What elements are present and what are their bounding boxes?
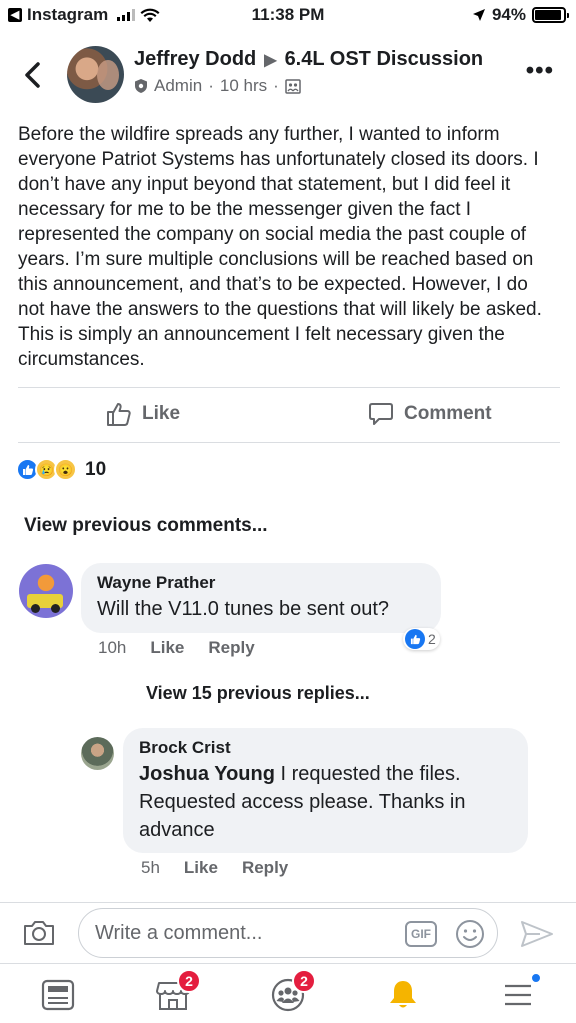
reply-mention[interactable]: Joshua Young [139, 763, 275, 785]
reply-meta: 5h Like Reply [141, 858, 288, 878]
like-reaction-icon [405, 629, 425, 649]
like-count-value: 2 [428, 631, 436, 647]
post-text: Before the wildfire spreads any further,… [18, 124, 542, 370]
send-icon[interactable] [520, 919, 554, 949]
comment-like-count[interactable]: 2 [403, 628, 440, 650]
thumbs-up-icon [107, 403, 131, 426]
right-triangle-icon: ▶ [264, 51, 277, 69]
like-button[interactable]: Like [106, 401, 180, 427]
menu-notification-dot [530, 972, 542, 984]
divider [18, 442, 560, 443]
comment-author[interactable]: Wayne Prather [97, 573, 425, 593]
bell-icon [390, 981, 416, 1008]
group-audience-icon [285, 78, 301, 94]
camera-icon[interactable] [22, 919, 56, 947]
comment-text: Will the V11.0 tunes be sent out? [97, 598, 390, 620]
reactions-summary[interactable]: 😢 😮 10 [16, 458, 106, 481]
replier-avatar[interactable] [81, 737, 114, 770]
separator-dot: · [273, 76, 279, 95]
gif-button[interactable]: GIF [405, 921, 437, 947]
reply-text: Joshua Young I requested the files. Requ… [139, 760, 512, 844]
menu-icon [505, 984, 531, 1006]
comment-label: Comment [404, 403, 492, 424]
author-name[interactable]: Jeffrey Dodd [134, 48, 256, 71]
comment-like-button[interactable]: Like [150, 638, 184, 658]
comment-composer: GIF [0, 902, 576, 962]
back-chevron-icon[interactable] [18, 58, 48, 92]
reply-author[interactable]: Brock Crist [139, 738, 512, 758]
author-role: Admin [154, 76, 203, 95]
nav-menu[interactable] [500, 972, 542, 1012]
view-previous-replies[interactable]: View 15 previous replies... [146, 683, 370, 704]
reply-time[interactable]: 5h [141, 858, 160, 878]
more-options-icon[interactable]: ••• [526, 59, 554, 83]
like-label: Like [142, 403, 181, 424]
admin-shield-icon [135, 79, 147, 93]
location-arrow-icon [472, 9, 485, 21]
author-avatar[interactable] [67, 46, 124, 103]
commenter-avatar[interactable] [19, 564, 73, 618]
wow-reaction-icon: 😮 [54, 458, 77, 481]
post-title: Jeffrey Dodd ▶ 6.4L OST Discussion [134, 48, 483, 71]
comment-reply-button[interactable]: Reply [208, 638, 254, 658]
reply-bubble[interactable]: Brock Crist Joshua Young I requested the… [123, 728, 528, 853]
nav-news-feed[interactable] [40, 978, 76, 1012]
bottom-navigation: 2 2 [0, 963, 576, 1023]
comment-time[interactable]: 10h [98, 638, 126, 658]
post-header: Jeffrey Dodd ▶ 6.4L OST Discussion Admin… [0, 38, 576, 110]
battery-percent: 94% [491, 5, 526, 24]
reply-reply-button[interactable]: Reply [242, 858, 288, 878]
comment-bubble-icon [369, 403, 393, 425]
reaction-count: 10 [85, 458, 107, 480]
comment-bubble[interactable]: Wayne Prather Will the V11.0 tunes be se… [81, 563, 441, 633]
comment-button[interactable]: Comment [368, 401, 492, 427]
marketplace-badge: 2 [177, 969, 201, 993]
emoji-icon[interactable] [454, 918, 486, 950]
view-previous-comments[interactable]: View previous comments... [24, 515, 268, 537]
post-subtitle: Admin · 10 hrs · [134, 76, 301, 96]
nav-groups[interactable]: 2 [270, 969, 316, 1012]
status-bar: ◀ Instagram 11:38 PM 94% [0, 0, 576, 32]
separator-dot: · [208, 76, 214, 95]
reply-like-button[interactable]: Like [184, 858, 218, 878]
groups-badge: 2 [292, 969, 316, 993]
post-time[interactable]: 10 hrs [220, 76, 267, 96]
nav-marketplace[interactable]: 2 [155, 969, 201, 1012]
post-actions: Like Comment [0, 388, 576, 442]
comment-meta: 10h Like Reply [98, 638, 255, 658]
group-name[interactable]: 6.4L OST Discussion [285, 48, 484, 71]
battery-icon [532, 7, 569, 23]
nav-notifications[interactable] [385, 978, 421, 1012]
news-feed-icon [41, 979, 75, 1011]
